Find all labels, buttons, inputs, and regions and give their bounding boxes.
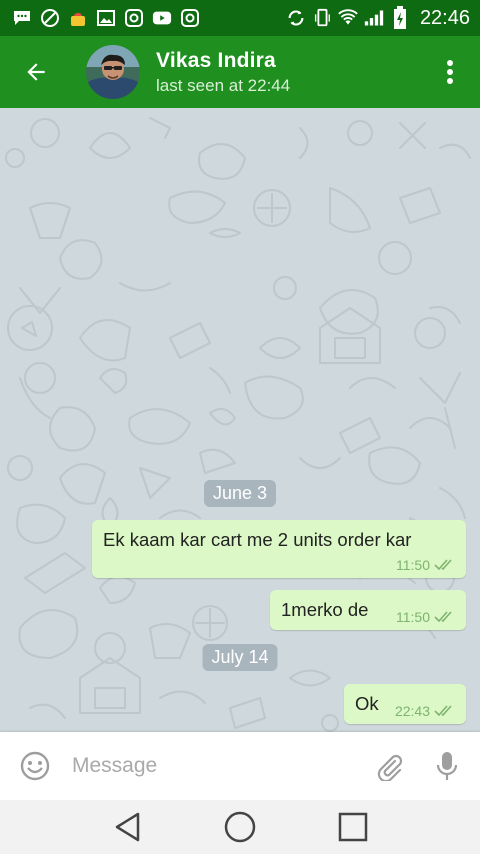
- clock: 22:46: [419, 6, 470, 29]
- avatar[interactable]: [86, 45, 140, 99]
- paperclip-icon: [377, 754, 403, 781]
- instagram-icon: [124, 8, 144, 28]
- wifi-icon: [338, 8, 358, 28]
- double-check-icon: [434, 705, 452, 717]
- emoji-button[interactable]: [0, 732, 70, 800]
- nav-home-button[interactable]: [210, 800, 270, 854]
- gallery-icon: [96, 8, 116, 28]
- message-time: 11:50: [396, 609, 430, 625]
- message-text: 1merko de: [281, 599, 369, 620]
- contact-name: Vikas Indira: [156, 48, 276, 72]
- home-circle-icon: [224, 811, 256, 843]
- instagram-icon: [180, 8, 200, 28]
- chat-area[interactable]: June 3 Ek kaam kar cart me 2 units order…: [0, 108, 480, 732]
- message-time: 22:43: [394, 703, 430, 719]
- microphone-icon: [436, 752, 458, 780]
- recents-square-icon: [339, 812, 368, 842]
- chat-header: Vikas Indira last seen at 22:44: [0, 36, 480, 108]
- attach-button[interactable]: [364, 732, 414, 800]
- message-text: Ok: [355, 693, 379, 714]
- emoji-icon: [20, 751, 50, 781]
- message-meta: 11:50: [396, 557, 456, 573]
- message-bubble[interactable]: Ek kaam kar cart me 2 units order kar 11…: [92, 520, 466, 578]
- message-bubble[interactable]: 1merko de 11:50: [270, 590, 466, 630]
- sync-icon: [286, 8, 306, 28]
- last-seen-status: last seen at 22:44: [156, 75, 291, 95]
- message-time: 11:50: [396, 557, 430, 573]
- status-bar: 22:46: [0, 0, 480, 36]
- message-composer: [0, 732, 480, 800]
- more-vert-icon: [447, 60, 453, 84]
- system-icons: 22:46: [286, 6, 480, 30]
- message-input[interactable]: [70, 753, 364, 779]
- message-icon: [12, 8, 32, 28]
- youtube-icon: [152, 8, 172, 28]
- message-meta: 11:50: [396, 609, 456, 625]
- nav-back-button[interactable]: [97, 800, 157, 854]
- disc-icon: [40, 8, 60, 28]
- mic-button[interactable]: [414, 732, 480, 800]
- notification-icon: [68, 8, 88, 28]
- nav-recents-button[interactable]: [323, 800, 383, 854]
- battery-icon: [390, 6, 410, 29]
- double-check-icon: [434, 611, 452, 623]
- more-options-button[interactable]: [420, 36, 480, 108]
- double-check-icon: [434, 559, 452, 571]
- back-triangle-icon: [115, 812, 139, 842]
- message-text: Ek kaam kar cart me 2 units order kar: [103, 529, 412, 550]
- signal-icon: [364, 8, 384, 28]
- contact-info[interactable]: Vikas Indira last seen at 22:44: [156, 49, 290, 96]
- message-bubble[interactable]: Ok 22:43: [344, 684, 466, 724]
- arrow-left-icon: [27, 63, 45, 81]
- date-separator: June 3: [203, 480, 277, 507]
- notification-icons: [0, 8, 200, 28]
- back-button[interactable]: [0, 36, 72, 108]
- message-meta: 22:43: [395, 703, 456, 719]
- vibrate-icon: [312, 8, 332, 28]
- date-separator: July 14: [202, 644, 278, 671]
- system-nav-bar: [0, 800, 480, 854]
- doodle-wallpaper: [5, 117, 471, 732]
